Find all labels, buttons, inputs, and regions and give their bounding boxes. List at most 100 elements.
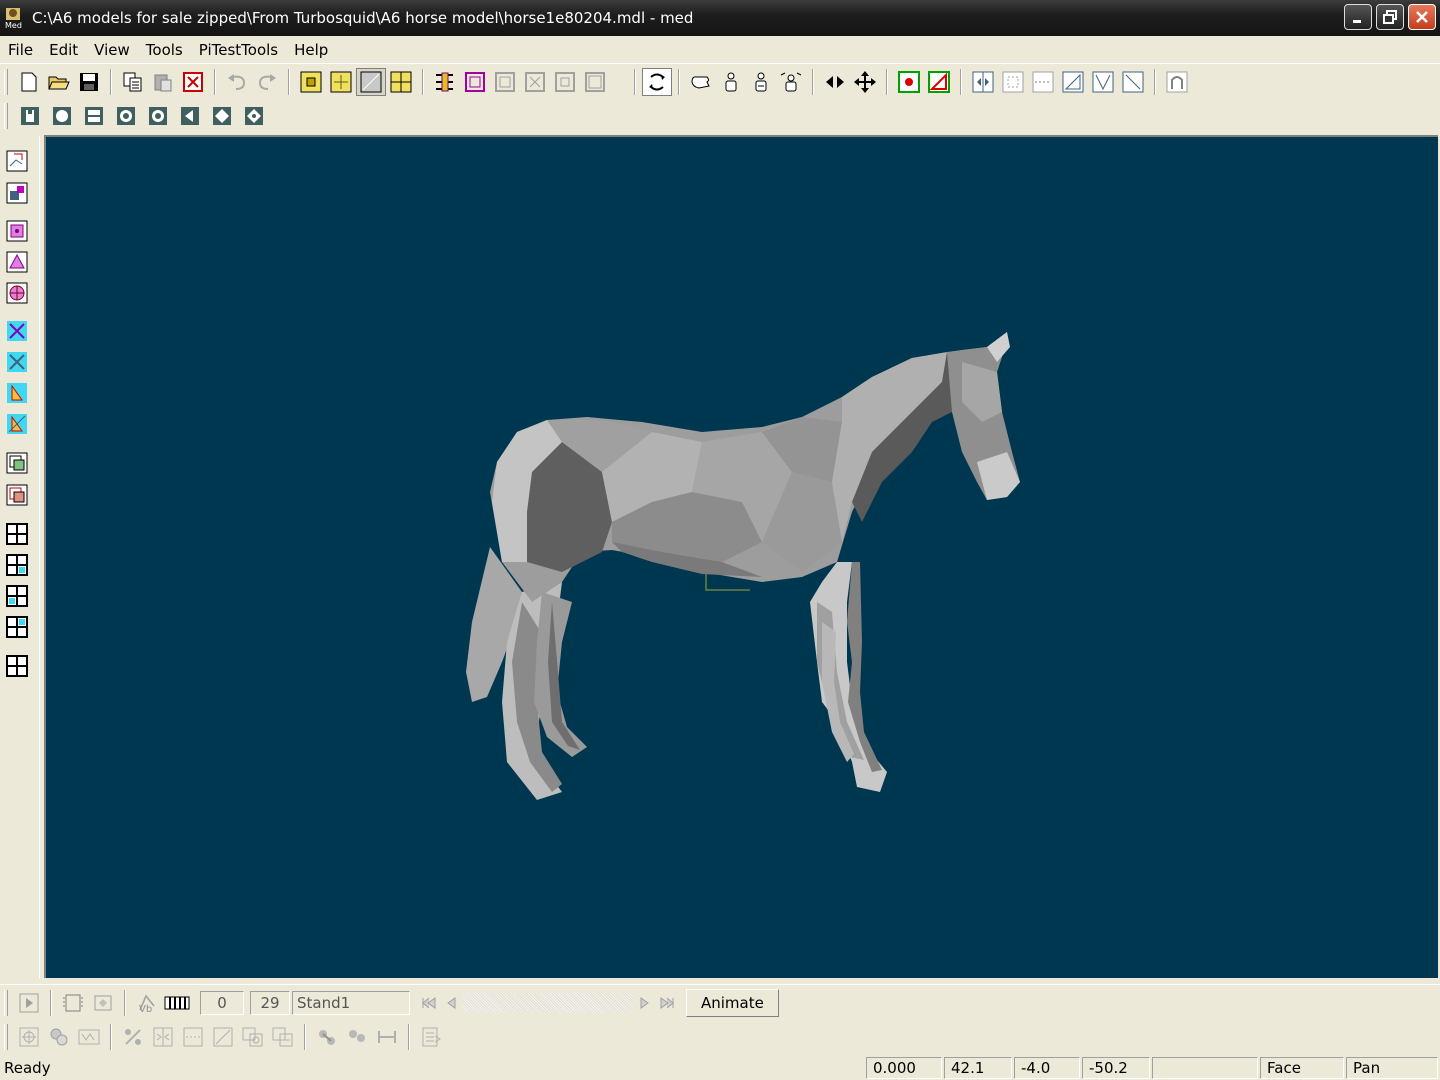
frames-disabled-icon[interactable] [88, 989, 118, 1017]
bone-icon[interactable] [430, 68, 460, 96]
percent-icon[interactable] [118, 1023, 148, 1051]
mirror-icon[interactable] [968, 68, 998, 96]
properties-icon[interactable] [416, 1023, 446, 1051]
scale-all-icon[interactable] [776, 68, 806, 96]
uv-map-icon[interactable] [1088, 68, 1118, 96]
vertex-anim-icon[interactable]: Vb [132, 989, 162, 1017]
menu-help[interactable]: Help [286, 41, 336, 59]
axis-all-icon[interactable] [4, 411, 30, 437]
select-scale-icon[interactable] [4, 180, 30, 206]
last-frame-icon[interactable] [656, 989, 678, 1017]
new-file-icon[interactable] [14, 68, 44, 96]
view-right-icon[interactable] [206, 103, 238, 129]
first-frame-icon[interactable] [418, 989, 440, 1017]
frame-end-field[interactable]: 29 [250, 990, 290, 1015]
add-triangle-icon[interactable] [924, 68, 954, 96]
menu-edit[interactable]: Edit [41, 41, 86, 59]
menu-pitesttools[interactable]: PiTestTools [191, 41, 286, 59]
delete-icon[interactable] [178, 68, 208, 96]
extrude-icon[interactable] [268, 1023, 298, 1051]
restore-icon[interactable] [1376, 4, 1404, 30]
link-icon[interactable] [312, 1023, 342, 1051]
move-vertex-icon[interactable] [326, 68, 356, 96]
scale-person-icon[interactable] [716, 68, 746, 96]
view-top-icon[interactable] [14, 103, 46, 129]
mirror-vert-icon[interactable] [148, 1023, 178, 1051]
menu-tools[interactable]: Tools [138, 41, 191, 59]
minimize-icon[interactable] [1344, 4, 1372, 30]
dashed-line-icon[interactable] [1028, 68, 1058, 96]
frame-grey-2-icon[interactable] [520, 68, 550, 96]
view-front-icon[interactable] [46, 103, 78, 129]
frame-scrollbar[interactable] [462, 992, 634, 1013]
measure-icon[interactable] [372, 1023, 402, 1051]
frame-magenta-icon[interactable] [460, 68, 490, 96]
select-move-icon[interactable] [4, 148, 30, 174]
med-app-icon[interactable]: Med [4, 6, 26, 30]
scene-name-field[interactable]: Stand1 [292, 990, 410, 1015]
view-side-icon[interactable] [78, 103, 110, 129]
unlink-icon[interactable] [342, 1023, 372, 1051]
redo-icon[interactable] [252, 68, 282, 96]
layout-single-icon[interactable] [4, 653, 30, 679]
axis-z-icon[interactable] [4, 380, 30, 406]
select-vertex-icon[interactable] [296, 68, 326, 96]
skin-map-icon[interactable] [1058, 68, 1088, 96]
hand-pan-icon[interactable] [686, 68, 716, 96]
dotted-icon[interactable] [178, 1023, 208, 1051]
paste-icon[interactable] [148, 68, 178, 96]
next-frame-icon[interactable] [634, 989, 656, 1017]
frame-grey-4-icon[interactable] [580, 68, 610, 96]
grid-dots-icon[interactable] [998, 68, 1028, 96]
view-3d-icon[interactable] [238, 103, 270, 129]
layout-1-icon[interactable] [4, 521, 30, 547]
close-icon[interactable] [1408, 4, 1436, 30]
horse-model[interactable] [46, 137, 1438, 978]
play-icon[interactable] [14, 989, 44, 1017]
merge-icon[interactable] [74, 1023, 104, 1051]
view-back-icon[interactable] [110, 103, 142, 129]
triangle-mode-icon[interactable] [4, 249, 30, 275]
view-bottom-icon[interactable] [142, 103, 174, 129]
zoom-in-icon[interactable] [4, 450, 30, 476]
menu-file[interactable]: File [0, 41, 41, 59]
move-icon[interactable] [850, 68, 880, 96]
copy-icon[interactable] [118, 68, 148, 96]
select-face-icon[interactable] [386, 68, 416, 96]
select-box-icon[interactable] [356, 68, 386, 96]
undo-icon[interactable] [222, 68, 252, 96]
view-left-icon[interactable] [174, 103, 206, 129]
flip-icon[interactable] [820, 68, 850, 96]
object-mode-icon[interactable] [4, 280, 30, 306]
film-strip-icon[interactable] [162, 989, 192, 1017]
scale-person-2-icon[interactable] [746, 68, 776, 96]
frame-start-field[interactable]: 0 [200, 990, 244, 1015]
axis-x-icon[interactable] [4, 318, 30, 344]
magnet-icon[interactable] [1162, 68, 1192, 96]
edit-toolbar-grip[interactable] [4, 1024, 8, 1050]
3d-viewport[interactable] [44, 135, 1438, 978]
cut-icon[interactable] [208, 1023, 238, 1051]
frame-grey-1-icon[interactable] [490, 68, 520, 96]
layout-4-icon[interactable] [4, 614, 30, 640]
axis-y-icon[interactable] [4, 349, 30, 375]
menu-view[interactable]: View [86, 41, 138, 59]
layout-2-icon[interactable] [4, 552, 30, 578]
zoom-out-icon[interactable] [4, 482, 30, 508]
view-toolbar-grip[interactable] [4, 103, 8, 129]
save-icon[interactable] [74, 68, 104, 96]
rotate-view-icon[interactable] [642, 68, 672, 96]
prev-frame-icon[interactable] [440, 989, 462, 1017]
add-vertex-icon[interactable] [894, 68, 924, 96]
frames-icon[interactable] [58, 989, 88, 1017]
duplicate-icon[interactable] [238, 1023, 268, 1051]
anim-toolbar-grip[interactable] [4, 989, 8, 1016]
vertex-mode-icon[interactable] [4, 218, 30, 244]
toolbar-grip[interactable] [4, 69, 8, 95]
layout-3-icon[interactable] [4, 583, 30, 609]
cross-map-icon[interactable] [1118, 68, 1148, 96]
open-folder-icon[interactable] [44, 68, 74, 96]
add-icon[interactable] [14, 1023, 44, 1051]
animate-button[interactable]: Animate [686, 988, 779, 1017]
weld-icon[interactable] [44, 1023, 74, 1051]
